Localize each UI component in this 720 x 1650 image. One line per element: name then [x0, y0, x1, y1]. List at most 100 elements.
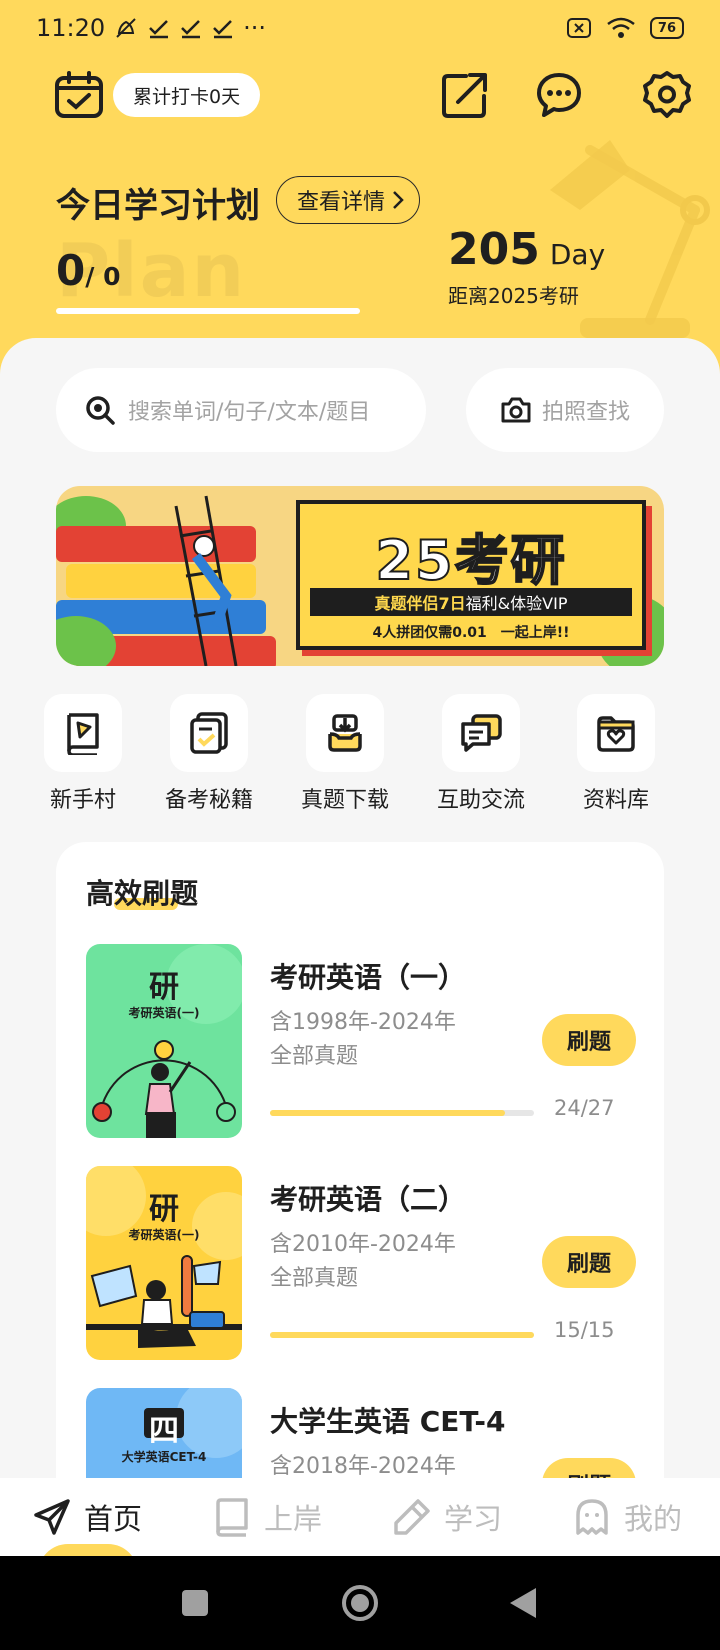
chat-bubbles-icon — [461, 714, 502, 752]
tab-label: 上岸 — [264, 1502, 323, 1536]
practice-button[interactable]: 刷题 — [542, 1014, 636, 1066]
shortcut-icon-box — [170, 694, 248, 772]
shortcut-exam-download[interactable]: 真题下载 — [290, 694, 400, 814]
tab-label: 学习 — [444, 1502, 503, 1536]
system-nav-icons — [182, 1585, 536, 1621]
shortcut-grid: 新手村 备考秘籍 真题下载 互助交流 资料库 — [30, 694, 690, 814]
battery-indicator: 76 — [649, 17, 684, 39]
tab-home[interactable]: 首页 — [32, 1478, 142, 1556]
back-button-icon[interactable] — [510, 1588, 536, 1618]
shortcut-icon-box — [577, 694, 655, 772]
shortcut-resource-library[interactable]: 资料库 — [561, 694, 671, 814]
banner-subtitle: 4人拼团仅需0.01 一起上岸!! — [372, 625, 570, 641]
view-details-label: 查看详情 — [297, 190, 386, 215]
chevron-right-icon — [393, 191, 404, 209]
share-icon[interactable] — [440, 70, 490, 120]
cover-character: 四 — [149, 1414, 179, 1449]
bottom-tab-bar: 首页 上岸 学习 我的 — [0, 1478, 720, 1574]
plan-done: 0 — [56, 246, 86, 295]
course-description-line: 含2018年-2024年 — [270, 1454, 456, 1478]
banner-panel: 25考研 真题伴侣7日 福利&体验VIP 4人拼团仅需0.01 一起上岸!! — [296, 500, 646, 650]
shortcut-icon-box — [442, 694, 520, 772]
shortcut-icon-box — [306, 694, 384, 772]
photo-search-label: 拍照查找 — [541, 400, 630, 425]
practice-button[interactable]: 刷题 — [542, 1236, 636, 1288]
shortcut-label: 互助交流 — [436, 788, 525, 813]
message-icon[interactable] — [534, 70, 584, 120]
cover-character: 研 — [149, 970, 179, 1005]
tab-shore[interactable]: 上岸 — [212, 1478, 322, 1556]
tab-mine[interactable]: 我的 — [572, 1478, 682, 1556]
view-details-button[interactable]: 查看详情 — [276, 176, 421, 224]
cover-subtitle: 考研英语(一) — [128, 1228, 200, 1242]
promo-banner[interactable]: 25考研 真题伴侣7日 福利&体验VIP 4人拼团仅需0.01 一起上岸!! — [56, 486, 664, 666]
plan-count: 0/ 0 — [56, 246, 120, 295]
course-name: 考研英语（一） — [270, 961, 467, 994]
banner-strip: 真题伴侣7日 福利&体验VIP — [310, 588, 632, 616]
plan-total: / 0 — [85, 262, 121, 291]
shortcut-label: 资料库 — [582, 788, 649, 813]
checklist-icon — [190, 712, 228, 754]
calendar-checkin-icon[interactable] — [54, 70, 104, 120]
efficient-practice-card: 高效刷题 研 考研英语(一) 考研英语（一） 含1998年-2024年 全部真题… — [56, 842, 664, 1478]
check-mark-icon — [181, 20, 201, 39]
course-item[interactable]: 研 考研英语(一) 考研英语（二） 含2010年-2024年 全部真题 刷题 1… — [86, 1166, 636, 1360]
course-cover: 研 考研英语(一) — [86, 1166, 242, 1360]
banner-strip-text: 福利&体验VIP — [465, 594, 568, 613]
settings-gear-icon[interactable] — [642, 70, 692, 120]
countdown-number: 205 — [448, 224, 540, 275]
course-cover: 研 考研英语(一) — [86, 944, 242, 1138]
course-description-line: 含2010年-2024年 — [270, 1232, 456, 1257]
tab-study[interactable]: 学习 — [392, 1478, 502, 1556]
course-description: 含1998年-2024年 全部真题 — [270, 1006, 456, 1074]
cover-character: 研 — [149, 1192, 179, 1227]
course-progress-bar — [270, 1110, 534, 1116]
cover-subtitle: 考研英语(一) — [128, 1006, 200, 1020]
plan-progress-bar — [56, 308, 360, 314]
countdown-caption: 距离2025考研 — [448, 284, 579, 308]
countdown-days: 205 Day — [448, 224, 605, 275]
photo-search-button[interactable]: 拍照查找 — [466, 368, 664, 452]
shortcut-newbie-village[interactable]: 新手村 — [28, 694, 138, 814]
cover-subtitle: 大学英语CET-4 — [121, 1450, 207, 1464]
course-item[interactable]: 四 大学英语CET-4 大学生英语 CET-4 含2018年-2024年 刷题 — [86, 1388, 636, 1478]
wifi-icon — [607, 17, 635, 38]
recents-button-icon[interactable] — [182, 1590, 208, 1616]
shortcut-icon-box — [44, 694, 122, 772]
pencil-icon — [394, 1499, 430, 1535]
sim-off-icon — [566, 18, 591, 38]
course-description: 含2010年-2024年 全部真题 — [270, 1228, 456, 1296]
checkin-count-pill[interactable]: 累计打卡0天 — [113, 73, 261, 117]
search-placeholder: 搜索单词/句子/文本/题目 — [128, 400, 371, 425]
course-description: 含2018年-2024年 — [270, 1450, 456, 1478]
course-description-line: 全部真题 — [270, 1044, 359, 1069]
banner-strip-highlight: 真题伴侣7日 — [374, 594, 466, 613]
status-bar: 11:20 ··· 76 — [0, 0, 720, 56]
course-description-line: 含1998年-2024年 — [270, 1010, 456, 1035]
course-progress-fill — [270, 1110, 505, 1116]
course-progress-bar — [270, 1332, 534, 1338]
home-button-dot-icon — [351, 1594, 369, 1612]
heart-folder-icon — [597, 716, 635, 752]
practice-button[interactable]: 刷题 — [542, 1458, 636, 1478]
shortcut-label: 备考秘籍 — [164, 788, 253, 813]
countdown-unit: Day — [549, 238, 606, 271]
more-notifications-dots: ··· — [243, 14, 267, 42]
course-description-line: 全部真题 — [270, 1266, 359, 1291]
shortcut-exam-tips[interactable]: 备考秘籍 — [154, 694, 264, 814]
tab-label: 我的 — [624, 1502, 683, 1536]
system-navigation-bar — [0, 1556, 720, 1650]
practice-section-title: 高效刷题 — [86, 877, 199, 910]
course-name: 考研英语（二） — [270, 1183, 467, 1216]
status-time: 11:20 — [36, 14, 106, 42]
check-mark-icon — [213, 20, 233, 39]
course-cover: 四 大学英语CET-4 — [86, 1388, 242, 1478]
course-item[interactable]: 研 考研英语(一) 考研英语（一） 含1998年-2024年 全部真题 刷题 2… — [86, 944, 636, 1138]
header-area: 11:20 ··· 76 累计打卡0天 今日学习计划 查看详情 Plan 0/ … — [0, 0, 720, 380]
search-input[interactable]: 搜索单词/句子/文本/题目 — [56, 368, 426, 452]
shortcut-mutual-help[interactable]: 互助交流 — [426, 694, 536, 814]
search-icon — [86, 396, 115, 425]
study-plan-title: 今日学习计划 — [56, 186, 260, 226]
tab-label: 首页 — [84, 1502, 143, 1536]
download-tray-icon — [328, 714, 362, 752]
